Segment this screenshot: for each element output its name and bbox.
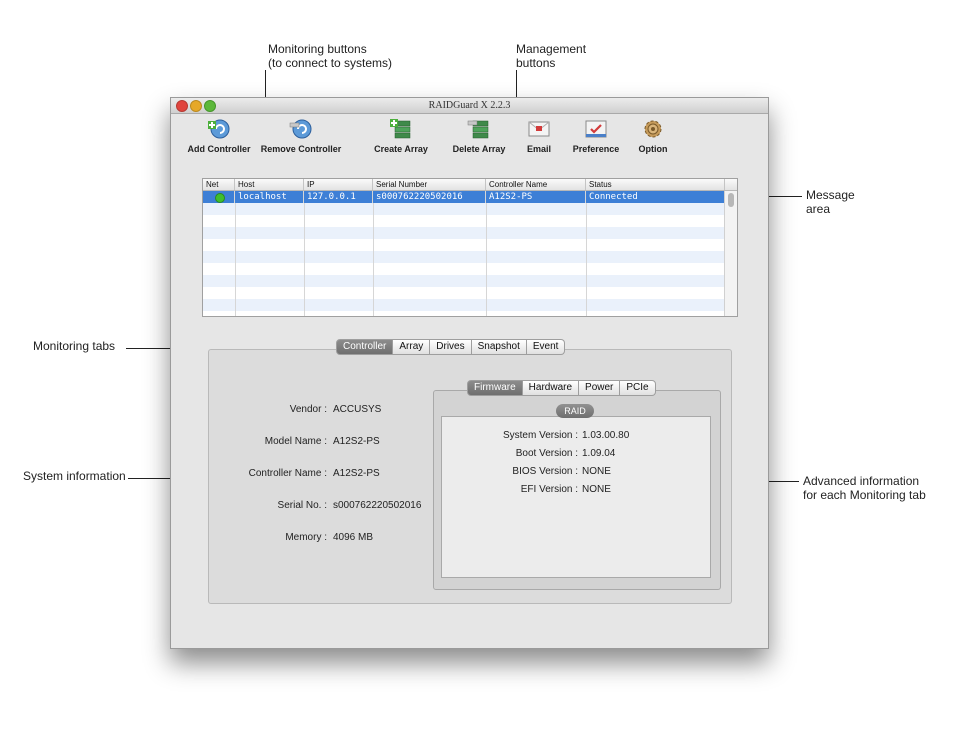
column-header-controller-name[interactable]: Controller Name bbox=[486, 179, 586, 190]
status-online-icon bbox=[215, 193, 225, 203]
email-label: Email bbox=[526, 144, 551, 154]
info-row-controller-name: Controller Name : A12S2-PS bbox=[211, 467, 451, 481]
controller-name-label: Controller Name : bbox=[248, 468, 327, 479]
info-row-serial-no: Serial No. : s000762220502016 bbox=[211, 499, 451, 513]
remove-controller-icon bbox=[289, 119, 312, 139]
tab-pcie[interactable]: PCIe bbox=[620, 380, 656, 396]
title-bar[interactable]: RAIDGuard X 2.2.3 bbox=[171, 98, 768, 114]
serial-no-label: Serial No. : bbox=[277, 500, 327, 511]
tab-drives[interactable]: Drives bbox=[430, 339, 472, 355]
table-row-empty bbox=[203, 263, 737, 275]
email-icon bbox=[528, 121, 550, 137]
raid-badge: RAID bbox=[556, 404, 594, 418]
remove-controller-button[interactable]: Remove Controller bbox=[259, 118, 343, 154]
info-row-memory: Memory : 4096 MB bbox=[211, 531, 451, 545]
tab-controller[interactable]: Controller bbox=[336, 339, 394, 355]
info-row-model-name: Model Name : A12S2-PS bbox=[211, 435, 451, 449]
preference-label: Preference bbox=[572, 144, 620, 154]
model-name-value: A12S2-PS bbox=[333, 436, 380, 447]
boot-version-value: 1.09.04 bbox=[582, 448, 616, 459]
preference-button[interactable]: Preference bbox=[569, 118, 623, 154]
add-controller-label: Add Controller bbox=[187, 144, 251, 154]
advanced-tabs: Firmware Hardware Power PCIe bbox=[467, 380, 656, 396]
serial-no-value: s000762220502016 bbox=[333, 500, 422, 511]
create-array-icon bbox=[390, 119, 411, 139]
email-button[interactable]: Email bbox=[521, 118, 557, 154]
preference-icon bbox=[585, 120, 607, 138]
option-gear-icon bbox=[644, 120, 662, 138]
create-array-label: Create Array bbox=[374, 144, 428, 154]
tab-event[interactable]: Event bbox=[526, 339, 566, 355]
memory-label: Memory : bbox=[285, 532, 327, 543]
controller-name-cell: A12S2-PS bbox=[486, 191, 586, 203]
fw-row-efi-version: EFI Version : NONE bbox=[442, 483, 710, 497]
vendor-value: ACCUSYS bbox=[333, 404, 382, 415]
tab-power[interactable]: Power bbox=[579, 380, 621, 396]
fw-row-boot-version: Boot Version : 1.09.04 bbox=[442, 447, 710, 461]
status-cell: Connected bbox=[586, 191, 725, 203]
callout-system-information: System information bbox=[23, 469, 126, 483]
column-header-host[interactable]: Host bbox=[235, 179, 304, 190]
callout-advanced-information: Advanced information for each Monitoring… bbox=[803, 474, 926, 502]
callout-monitoring-buttons: Monitoring buttons (to connect to system… bbox=[268, 42, 393, 70]
delete-array-label: Delete Array bbox=[452, 144, 506, 154]
table-row-empty bbox=[203, 251, 737, 263]
fw-row-system-version: System Version : 1.03.00.80 bbox=[442, 429, 710, 443]
remove-controller-label: Remove Controller bbox=[260, 144, 342, 154]
serial-cell: s000762220502016 bbox=[373, 191, 486, 203]
system-version-label: System Version : bbox=[502, 430, 578, 441]
tab-hardware[interactable]: Hardware bbox=[522, 380, 580, 396]
option-label: Option bbox=[638, 144, 668, 154]
net-cell bbox=[203, 191, 235, 203]
firmware-info-panel: System Version : 1.03.00.80 Boot Version… bbox=[441, 416, 711, 578]
column-header-net[interactable]: Net bbox=[203, 179, 235, 190]
column-header-ip[interactable]: IP bbox=[304, 179, 373, 190]
host-cell: localhost bbox=[235, 191, 304, 203]
callout-management-buttons: Management buttons bbox=[516, 42, 587, 70]
scrollbar-thumb[interactable] bbox=[728, 193, 734, 207]
table-row-empty bbox=[203, 287, 737, 299]
system-version-value: 1.03.00.80 bbox=[582, 430, 630, 441]
option-button[interactable]: Option bbox=[633, 118, 673, 154]
table-scrollbar[interactable] bbox=[724, 191, 737, 316]
callout-monitoring-tabs: Monitoring tabs bbox=[33, 339, 116, 353]
table-row-empty bbox=[203, 239, 737, 251]
fw-row-bios-version: BIOS Version : NONE bbox=[442, 465, 710, 479]
boot-version-label: Boot Version : bbox=[515, 448, 578, 459]
delete-array-icon bbox=[467, 120, 489, 139]
callout-message-area: Message area bbox=[806, 188, 855, 216]
monitoring-tabs: Controller Array Drives Snapshot Event bbox=[336, 339, 566, 355]
info-row-vendor: Vendor : ACCUSYS bbox=[211, 403, 451, 417]
vendor-label: Vendor : bbox=[289, 404, 327, 415]
table-row-empty bbox=[203, 227, 737, 239]
model-name-label: Model Name : bbox=[264, 436, 327, 447]
controller-name-value: A12S2-PS bbox=[333, 468, 380, 479]
controller-table: Net Host IP Serial Number Controller Nam… bbox=[202, 178, 738, 317]
table-row[interactable]: localhost 127.0.0.1 s000762220502016 A12… bbox=[203, 191, 737, 203]
column-header-serial-number[interactable]: Serial Number bbox=[373, 179, 486, 190]
toolbar: Add Controller Remove Controller Create … bbox=[171, 114, 768, 164]
memory-value: 4096 MB bbox=[333, 532, 374, 543]
efi-version-label: EFI Version : bbox=[520, 484, 578, 495]
delete-array-button[interactable]: Delete Array bbox=[448, 118, 510, 154]
table-row-empty bbox=[203, 299, 737, 311]
create-array-button[interactable]: Create Array bbox=[371, 118, 431, 154]
app-window: RAIDGuard X 2.2.3 Add Controller Remove … bbox=[170, 97, 769, 649]
column-header-status[interactable]: Status bbox=[586, 179, 725, 190]
ip-cell: 127.0.0.1 bbox=[304, 191, 373, 203]
table-header: Net Host IP Serial Number Controller Nam… bbox=[203, 179, 737, 191]
table-row-empty bbox=[203, 203, 737, 215]
table-row-empty bbox=[203, 215, 737, 227]
tab-snapshot[interactable]: Snapshot bbox=[471, 339, 527, 355]
tab-array[interactable]: Array bbox=[393, 339, 431, 355]
bios-version-value: NONE bbox=[582, 466, 611, 477]
window-title: RAIDGuard X 2.2.3 bbox=[428, 100, 511, 111]
table-row-empty bbox=[203, 275, 737, 287]
tab-firmware[interactable]: Firmware bbox=[467, 380, 523, 396]
add-controller-button[interactable]: Add Controller bbox=[185, 118, 253, 154]
efi-version-value: NONE bbox=[582, 484, 611, 495]
bios-version-label: BIOS Version : bbox=[512, 466, 578, 477]
add-controller-icon bbox=[208, 119, 230, 139]
